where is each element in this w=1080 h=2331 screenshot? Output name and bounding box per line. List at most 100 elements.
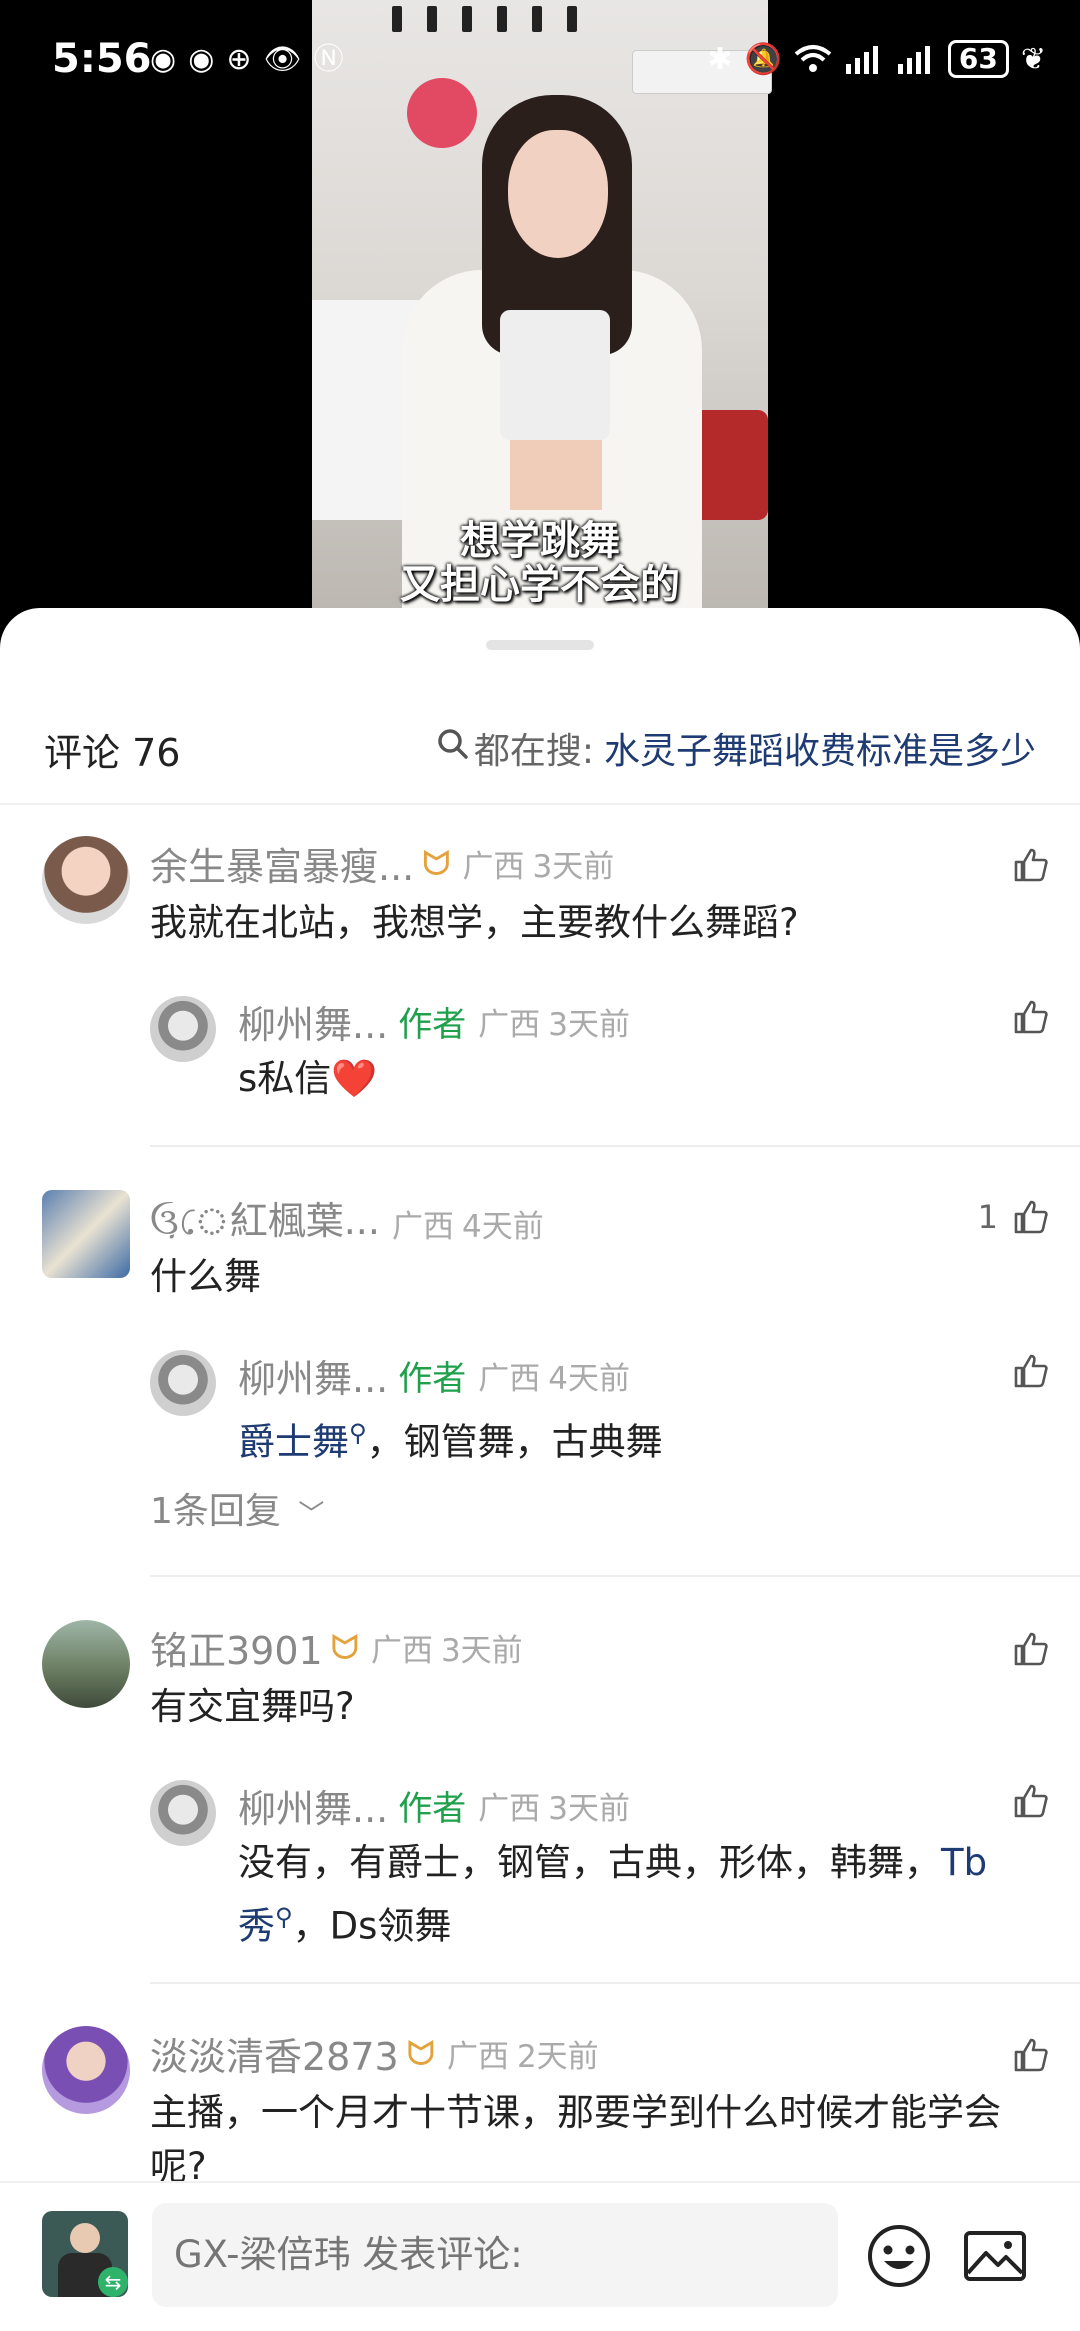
- comment-meta: 淡淡清香2873 ᗢ 广西 2天前: [150, 2026, 599, 2081]
- reply-location: 广西: [478, 1791, 541, 1827]
- nfc-icon: Ⓝ: [313, 42, 344, 77]
- reply-location: 广西: [478, 1361, 541, 1397]
- sheet-drag-handle[interactable]: [486, 640, 594, 650]
- trending-search[interactable]: 都在搜: 水灵子舞蹈收费标准是多少: [436, 722, 1036, 774]
- avatar[interactable]: [42, 1190, 130, 1278]
- fan-badge-icon: ᗢ: [330, 1627, 359, 1668]
- signal-icon: [845, 46, 878, 74]
- commenter-name[interactable]: 铭正3901: [150, 1620, 323, 1675]
- image-button[interactable]: [962, 2223, 1028, 2289]
- comment-item[interactable]: 余生暴富暴瘦... ᗢ 广西 3天前 我就在北站，我想学，主要教什么舞蹈? 柳州…: [0, 832, 1080, 1132]
- eye-icon: 👁: [263, 42, 302, 77]
- reply-meta: 柳州舞... 作者 广西 4天前: [238, 1348, 630, 1403]
- reply-location: 广西: [478, 1007, 541, 1043]
- comment-item[interactable]: 淡淡清香2873 ᗢ 广西 2天前 主播，一个月才十节课，那要学到什么时候才能学…: [0, 2022, 1080, 2182]
- comment-meta: 铭正3901 ᗢ 广西 3天前: [150, 1620, 523, 1675]
- like-button[interactable]: [1012, 1630, 1050, 1668]
- reply-author-name[interactable]: 柳州舞...: [238, 994, 388, 1049]
- comment-time: 3天前: [440, 1633, 523, 1669]
- comment-time: 3天前: [532, 849, 615, 885]
- person-top: [500, 310, 610, 440]
- person-waist: [510, 440, 602, 510]
- person-face: [508, 130, 608, 258]
- reply-text-part: 没有，有爵士，钢管，古典，形体，韩舞，: [238, 1841, 941, 1884]
- search-keyword-link[interactable]: 爵士舞: [238, 1420, 349, 1463]
- like-button[interactable]: [1012, 846, 1050, 884]
- like-button[interactable]: 1: [978, 1198, 1050, 1236]
- expand-replies-button[interactable]: 1条回复 ﹀: [150, 1482, 324, 1534]
- reply-time: 3天前: [548, 1791, 630, 1827]
- like-button[interactable]: [1012, 1352, 1050, 1390]
- comment-count: 评论 76: [44, 731, 181, 775]
- divider: [150, 1575, 1080, 1577]
- comment-item[interactable]: 铭正3901 ᗢ 广西 3天前 有交宜舞吗? 柳州舞... 作者 广西 3天前 …: [0, 1616, 1080, 1956]
- search-icon: ⚲: [275, 1903, 293, 1931]
- leaf-icon: ❦: [1020, 41, 1046, 77]
- comment-header: 评论 76 都在搜: 水灵子舞蹈收费标准是多少: [0, 708, 1080, 788]
- comment-location: 广西: [462, 849, 525, 885]
- search-icon: [436, 727, 470, 770]
- reply-time: 4天前: [548, 1361, 630, 1397]
- notification-icon: ◉: [150, 42, 177, 77]
- reply-time: 3天前: [548, 1007, 630, 1043]
- comment-location: 广西: [370, 1633, 433, 1669]
- divider: [150, 1982, 1080, 1984]
- author-tag: 作者: [398, 1789, 467, 1829]
- red-chair: [692, 410, 768, 520]
- comment-item[interactable]: ઉ઼ে紅楓葉... 广西 4天前 1 什么舞 柳州舞... 作者 广西 4天前 …: [0, 1186, 1080, 1566]
- search-keyword-link[interactable]: 秀: [238, 1904, 275, 1947]
- comment-input[interactable]: [152, 2203, 838, 2307]
- status-bar: 5:56 ◉ ◉ ⊕ 👁 Ⓝ ✱ 🔕 63 ❦: [0, 0, 1080, 110]
- reply-author-name[interactable]: 柳州舞...: [238, 1348, 388, 1403]
- fan-badge-icon: ᗢ: [422, 843, 451, 884]
- thumbs-up-icon: [1014, 1784, 1048, 1818]
- commenter-name[interactable]: ઉ઼ে紅楓葉...: [150, 1190, 380, 1256]
- fan-badge-icon: ᗢ: [406, 2033, 435, 2074]
- author-tag: 作者: [398, 1359, 467, 1399]
- reply-text: 没有，有爵士，钢管，古典，形体，韩舞，Tb 秀⚲，Ds领舞: [238, 1836, 1038, 1953]
- divider: [0, 803, 1080, 805]
- notification-icon: ◉: [188, 42, 215, 77]
- signal-icon: [897, 46, 930, 74]
- more-replies-label: 1条回复: [150, 1491, 281, 1532]
- emoji-button[interactable]: [866, 2223, 932, 2289]
- like-count: 1: [977, 1198, 998, 1236]
- avatar[interactable]: [150, 996, 216, 1062]
- thumbs-up-icon: [1014, 848, 1048, 882]
- chevron-down-icon: ﹀: [298, 1500, 325, 1530]
- avatar[interactable]: [150, 1780, 216, 1846]
- avatar[interactable]: [42, 2026, 130, 2114]
- search-icon: ⚲: [349, 1419, 367, 1447]
- data-saver-icon: ⊕: [226, 42, 252, 77]
- commenter-name[interactable]: 淡淡清香2873: [150, 2026, 399, 2081]
- video-subtitle-line2: 又担心学不会的: [400, 562, 680, 608]
- comment-location: 广西: [446, 2039, 509, 2075]
- like-button[interactable]: [1012, 998, 1050, 1036]
- commenter-name[interactable]: 余生暴富暴瘦...: [150, 836, 414, 891]
- bluetooth-icon: ✱: [707, 41, 733, 77]
- battery-icon: 63: [947, 40, 1009, 78]
- reply-text-rest: ，钢管舞，古典舞: [366, 1420, 663, 1464]
- search-keyword-link[interactable]: Tb: [941, 1841, 987, 1884]
- like-button[interactable]: [1012, 1782, 1050, 1820]
- thumbs-up-icon: [1014, 1632, 1048, 1666]
- my-avatar[interactable]: ⇆: [42, 2211, 128, 2297]
- status-right-icons: ✱ 🔕 63 ❦: [707, 40, 1046, 78]
- comment-text: 什么舞: [150, 1255, 261, 1298]
- avatar[interactable]: [42, 1620, 130, 1708]
- reply-author-name[interactable]: 柳州舞...: [238, 1778, 388, 1833]
- status-time: 5:56: [52, 36, 152, 82]
- comment-text: 主播，一个月才十节课，那要学到什么时候才能学会呢?: [150, 2091, 1001, 2182]
- comment-time: 4天前: [461, 1208, 544, 1245]
- author-tag: 作者: [398, 1005, 467, 1045]
- thumbs-up-icon: [1014, 1354, 1048, 1388]
- switch-account-icon: ⇆: [98, 2267, 128, 2297]
- comment-text: 有交宜舞吗?: [150, 1685, 355, 1728]
- like-button[interactable]: [1012, 2036, 1050, 2074]
- search-term-link[interactable]: 水灵子舞蹈收费标准是多少: [604, 722, 1036, 774]
- avatar[interactable]: [150, 1350, 216, 1416]
- comment-meta: ઉ઼ে紅楓葉... 广西 4天前: [150, 1190, 544, 1256]
- comment-input-bar: ⇆: [0, 2181, 1080, 2331]
- avatar[interactable]: [42, 836, 130, 924]
- status-left-icons: ◉ ◉ ⊕ 👁 Ⓝ: [150, 40, 344, 80]
